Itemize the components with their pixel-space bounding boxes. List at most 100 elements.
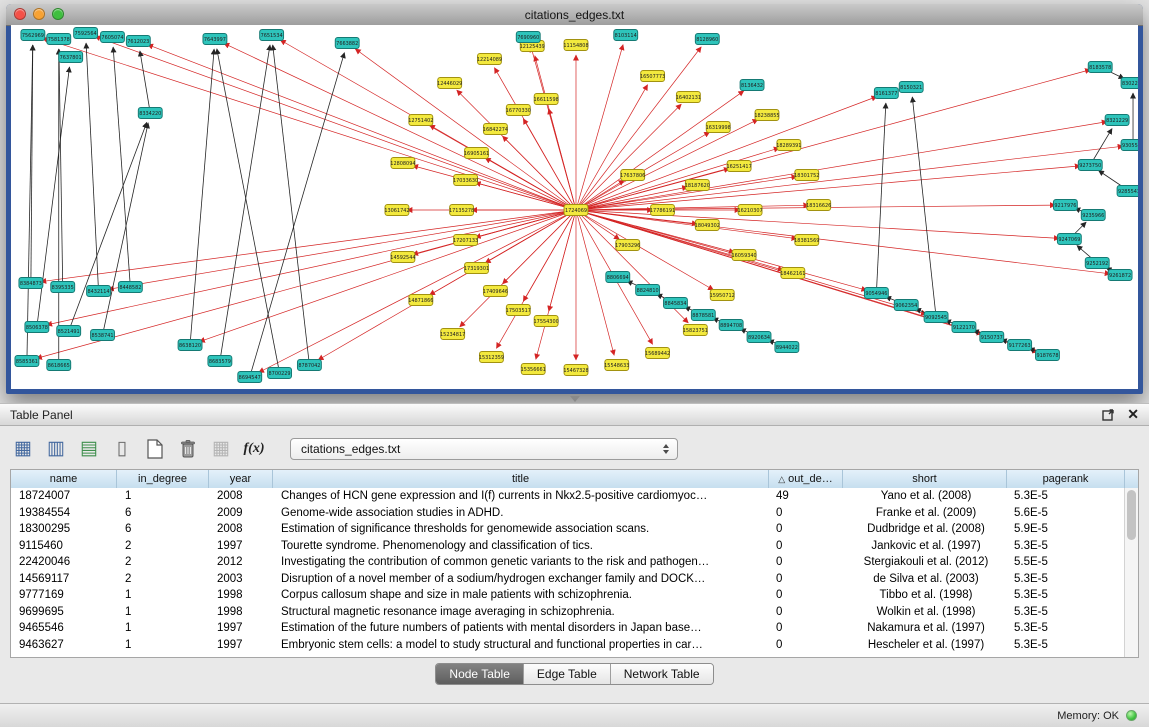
table-cell[interactable]: 1 — [117, 488, 209, 505]
table-cell[interactable]: 2009 — [209, 505, 273, 522]
table-cell[interactable]: 6 — [117, 505, 209, 522]
graph-node[interactable]: 7612023 — [126, 36, 150, 47]
table-cell[interactable]: Investigating the contribution of common… — [273, 554, 768, 571]
graph-node[interactable]: 7592564 — [74, 28, 98, 39]
table-cell[interactable]: 5.5E-5 — [1006, 554, 1124, 571]
table-cell[interactable]: 1997 — [209, 620, 273, 637]
edit-table-icon[interactable]: ▤ — [76, 436, 102, 462]
graph-node[interactable]: 8432114 — [87, 286, 111, 297]
table-cell[interactable]: 1 — [117, 587, 209, 604]
graph-node[interactable]: 1724069 — [564, 205, 588, 216]
table-cell[interactable]: 0 — [768, 620, 842, 637]
table-cell[interactable]: 1 — [117, 637, 209, 654]
graph-node[interactable]: 17637806 — [620, 170, 645, 181]
tab-node-table[interactable]: Node Table — [436, 664, 524, 684]
show-column-icon[interactable]: ▥ — [43, 436, 69, 462]
graph-node[interactable]: 16507773 — [640, 71, 665, 82]
table-row[interactable]: 946362711997Embryonic stem cells: a mode… — [11, 637, 1124, 654]
table-row[interactable]: 1938455462009Genome-wide association stu… — [11, 505, 1124, 522]
graph-node[interactable]: 12214089 — [477, 54, 502, 65]
table-cell[interactable]: 5.3E-5 — [1006, 604, 1124, 621]
table-cell[interactable]: Embryonic stem cells: a model to study s… — [273, 637, 768, 654]
graph-node[interactable]: 18238855 — [754, 110, 779, 121]
graph-node[interactable]: 8448582 — [118, 282, 142, 293]
column-header-short[interactable]: short — [843, 470, 1007, 488]
graph-node[interactable]: 16059340 — [731, 250, 756, 261]
table-mode-icon[interactable]: ▦ — [10, 436, 36, 462]
graph-node[interactable]: 16905161 — [464, 148, 489, 159]
table-cell[interactable]: Stergiakouli et al. (2012) — [842, 554, 1006, 571]
table-cell[interactable]: de Silva et al. (2003) — [842, 571, 1006, 588]
table-cell[interactable]: 14569117 — [11, 571, 117, 588]
graph-node[interactable]: 9187678 — [1036, 350, 1060, 361]
graph-node[interactable]: 8845834 — [664, 298, 688, 309]
graph-node[interactable]: 8683579 — [208, 356, 232, 367]
table-row[interactable]: 1872400712008Changes of HCN gene express… — [11, 488, 1124, 505]
graph-node[interactable]: 8700229 — [268, 368, 292, 379]
column-header-title[interactable]: title — [273, 470, 769, 488]
table-cell[interactable]: 9463627 — [11, 637, 117, 654]
graph-node[interactable]: 15548633 — [604, 360, 629, 371]
table-cell[interactable]: 49 — [768, 488, 842, 505]
table-cell[interactable]: Tibbo et al. (1998) — [842, 587, 1006, 604]
table-cell[interactable]: 1997 — [209, 538, 273, 555]
graph-node[interactable]: 18289391 — [776, 140, 801, 151]
graph-node[interactable]: 8334220 — [138, 108, 162, 119]
graph-node[interactable]: 8150321 — [899, 82, 923, 93]
graph-node[interactable]: 18462161 — [780, 268, 805, 279]
table-cell[interactable]: Structural magnetic resonance image aver… — [273, 604, 768, 621]
table-cell[interactable]: 18300295 — [11, 521, 117, 538]
import-table-icon[interactable]: ▦ — [208, 436, 234, 462]
table-cell[interactable]: Disruption of a novel member of a sodium… — [273, 571, 768, 588]
function-builder-icon[interactable]: f(x) — [241, 436, 267, 462]
graph-node[interactable]: 18301752 — [794, 170, 819, 181]
table-cell[interactable]: Nakamura et al. (1997) — [842, 620, 1006, 637]
graph-node[interactable]: 8894708 — [719, 320, 743, 331]
graph-node[interactable]: 8878581 — [691, 310, 715, 321]
table-cell[interactable]: 18724007 — [11, 488, 117, 505]
graph-node[interactable]: 18381569 — [794, 235, 819, 246]
table-cell[interactable]: 9465546 — [11, 620, 117, 637]
table-cell[interactable]: 5.3E-5 — [1006, 587, 1124, 604]
table-cell[interactable]: 9699695 — [11, 604, 117, 621]
table-row[interactable]: 911546021997Tourette syndrome. Phenomeno… — [11, 538, 1124, 555]
tab-network-table[interactable]: Network Table — [611, 664, 713, 684]
table-cell[interactable]: 19384554 — [11, 505, 117, 522]
table-cell[interactable]: 22420046 — [11, 554, 117, 571]
graph-node[interactable]: 7643997 — [203, 34, 227, 45]
graph-node[interactable]: 12808094 — [390, 158, 415, 169]
graph-node[interactable]: 7637801 — [59, 52, 83, 63]
float-panel-icon[interactable] — [1102, 408, 1115, 421]
table-cell[interactable]: 0 — [768, 587, 842, 604]
column-header-year[interactable]: year — [209, 470, 273, 488]
graph-node[interactable]: 13061742 — [384, 205, 409, 216]
row-selection-icon[interactable]: ▯ — [109, 436, 135, 462]
table-cell[interactable]: 1 — [117, 620, 209, 637]
table-cell[interactable]: 0 — [768, 554, 842, 571]
graph-node[interactable]: 15467328 — [563, 365, 588, 376]
table-cell[interactable]: Genome-wide association studies in ADHD. — [273, 505, 768, 522]
network-file-select[interactable]: citations_edges.txt — [290, 438, 678, 460]
network-canvas[interactable]: 1724069111548081212543912214089124460291… — [11, 25, 1138, 389]
column-header-pagerank[interactable]: pagerank — [1007, 470, 1125, 488]
table-row[interactable]: 1456911722003Disruption of a novel membe… — [11, 571, 1124, 588]
table-cell[interactable]: 0 — [768, 571, 842, 588]
table-cell[interactable]: 0 — [768, 538, 842, 555]
table-cell[interactable]: 2 — [117, 571, 209, 588]
graph-node[interactable]: 15234817 — [440, 329, 465, 340]
graph-node[interactable]: 8395335 — [51, 282, 75, 293]
scrollbar-thumb[interactable] — [1127, 490, 1136, 540]
graph-node[interactable]: 14871866 — [408, 295, 433, 306]
graph-node[interactable]: 9252192 — [1085, 258, 1109, 269]
vertical-scrollbar[interactable] — [1124, 488, 1138, 657]
table-cell[interactable]: 5.3E-5 — [1006, 637, 1124, 654]
graph-node[interactable]: 18049302 — [695, 220, 720, 231]
table-cell[interactable]: 0 — [768, 521, 842, 538]
graph-node[interactable]: 9177263 — [1008, 340, 1032, 351]
graph-node[interactable]: 16770330 — [506, 105, 531, 116]
graph-node[interactable]: 8521491 — [57, 326, 81, 337]
table-cell[interactable]: 5.6E-5 — [1006, 505, 1124, 522]
table-cell[interactable]: 5.3E-5 — [1006, 488, 1124, 505]
new-column-icon[interactable] — [142, 436, 168, 462]
graph-node[interactable]: 9062354 — [894, 300, 918, 311]
